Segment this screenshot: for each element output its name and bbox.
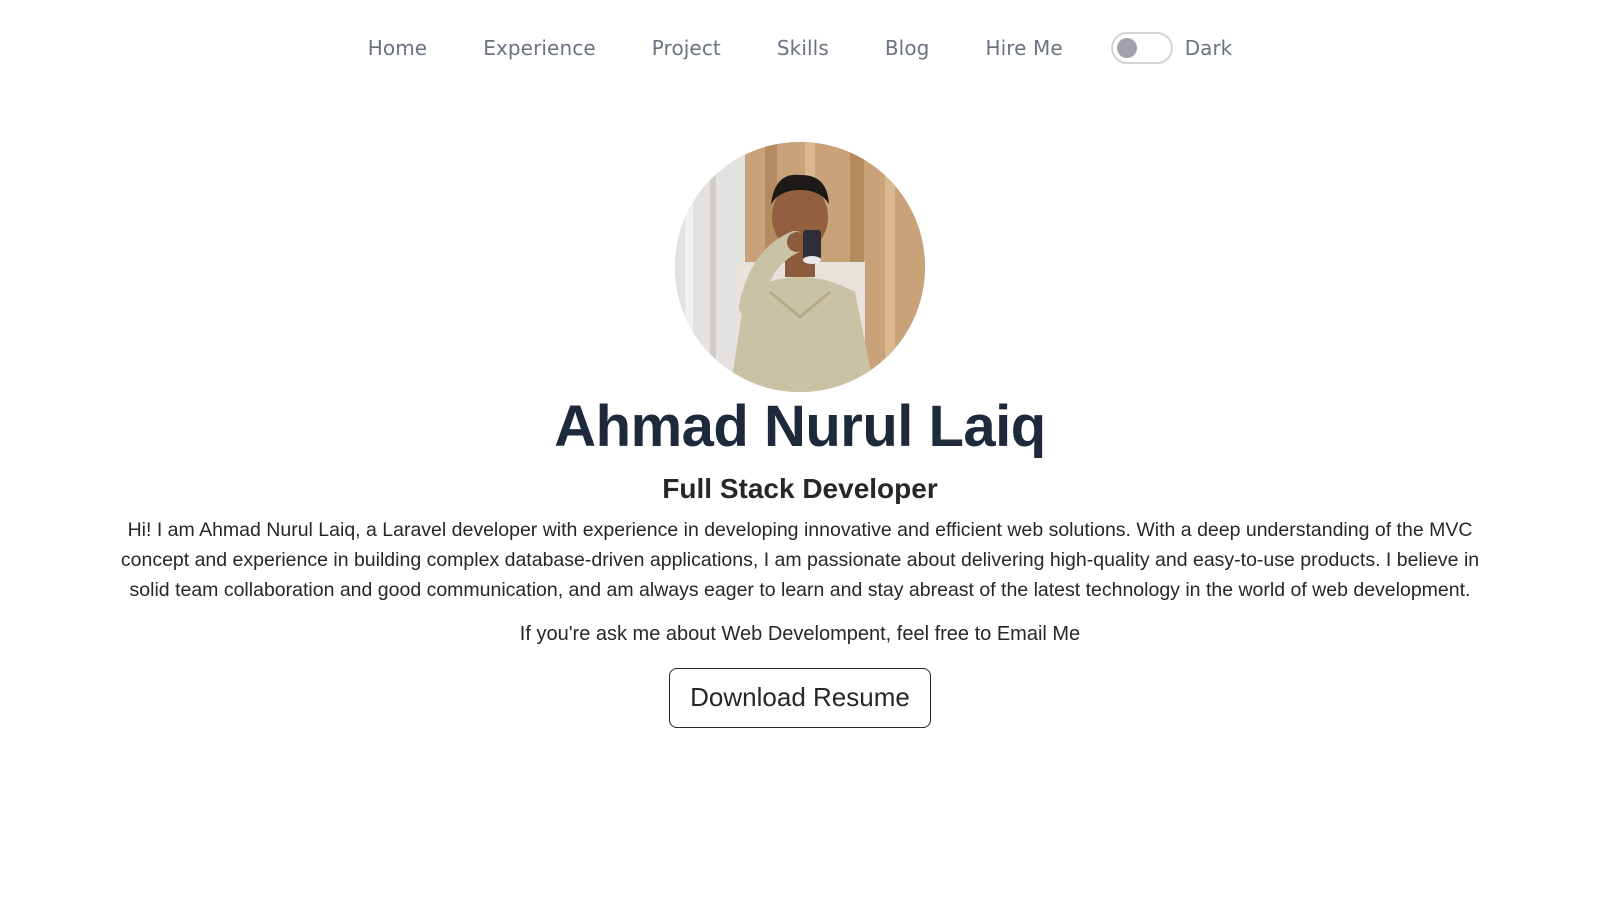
profile-photo-illustration <box>675 142 925 392</box>
nav-skills-link[interactable]: Skills <box>777 36 829 60</box>
nav-experience-link[interactable]: Experience <box>483 36 596 60</box>
toggle-switch[interactable] <box>1110 32 1173 64</box>
dark-mode-toggle[interactable]: Dark <box>1110 32 1233 64</box>
hero-section: Ahmad Nurul Laiq Full Stack Developer Hi… <box>0 142 1600 728</box>
profile-photo <box>675 142 925 392</box>
profile-role: Full Stack Developer <box>662 472 938 504</box>
toggle-knob <box>1116 38 1137 58</box>
nav-project-link[interactable]: Project <box>652 36 721 60</box>
profile-name: Ahmad Nurul Laiq <box>554 394 1046 459</box>
nav-blog-link[interactable]: Blog <box>885 36 930 60</box>
top-nav: Home Experience Project Skills Blog Hire… <box>0 32 1600 64</box>
contact-note: If you're ask me about Web Develompent, … <box>519 622 1081 645</box>
nav-home-link[interactable]: Home <box>368 36 427 60</box>
download-resume-button[interactable]: Download Resume <box>669 667 931 728</box>
profile-bio: Hi! I am Ahmad Nurul Laiq, a Laravel dev… <box>120 518 1480 601</box>
portfolio-page: Home Experience Project Skills Blog Hire… <box>0 0 1600 900</box>
nav-hire-me-link[interactable]: Hire Me <box>985 36 1062 60</box>
dark-mode-label: Dark <box>1184 36 1233 60</box>
